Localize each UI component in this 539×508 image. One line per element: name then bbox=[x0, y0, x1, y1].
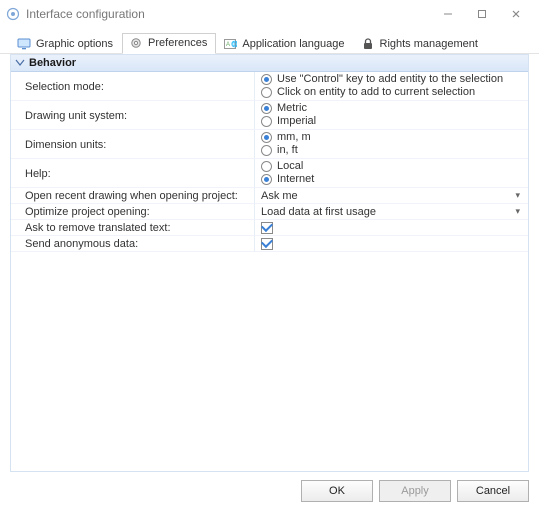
radio-imperial[interactable]: Imperial bbox=[261, 115, 522, 128]
radio-icon bbox=[261, 132, 272, 143]
radio-icon bbox=[261, 74, 272, 85]
radio-icon bbox=[261, 161, 272, 172]
setting-label: Open recent drawing when opening project… bbox=[11, 188, 255, 204]
radio-selection-click[interactable]: Click on entity to add to current select… bbox=[261, 86, 522, 99]
window-controls bbox=[431, 3, 533, 25]
radio-icon bbox=[261, 103, 272, 114]
setting-selection-mode: Selection mode: Use "Control" key to add… bbox=[11, 72, 528, 101]
combo-value: Load data at first usage bbox=[261, 206, 376, 218]
setting-label: Optimize project opening: bbox=[11, 204, 255, 220]
button-label: Cancel bbox=[476, 485, 510, 497]
setting-open-recent: Open recent drawing when opening project… bbox=[11, 188, 528, 204]
tab-graphic-options[interactable]: Graphic options bbox=[10, 33, 122, 54]
radio-label: in, ft bbox=[277, 144, 298, 157]
radio-label: mm, m bbox=[277, 131, 311, 144]
chevron-down-icon: ▾ bbox=[515, 190, 522, 201]
radio-metric[interactable]: Metric bbox=[261, 102, 522, 115]
radio-icon bbox=[261, 174, 272, 185]
radio-icon bbox=[261, 116, 272, 127]
setting-optimize: Optimize project opening: Load data at f… bbox=[11, 204, 528, 220]
setting-dimension-units: Dimension units: mm, m in, ft bbox=[11, 130, 528, 159]
radio-label: Internet bbox=[277, 173, 314, 186]
tab-preferences[interactable]: Preferences bbox=[122, 33, 216, 54]
cancel-button[interactable]: Cancel bbox=[457, 480, 529, 502]
combo-value: Ask me bbox=[261, 190, 298, 202]
radio-label: Local bbox=[277, 160, 303, 173]
setting-label: Help: bbox=[11, 159, 255, 188]
gear-icon bbox=[129, 36, 143, 50]
radio-selection-control[interactable]: Use "Control" key to add entity to the s… bbox=[261, 73, 522, 86]
radio-label: Metric bbox=[277, 102, 307, 115]
tab-application-language[interactable]: A🌐 Application language bbox=[216, 33, 353, 54]
section-header-behavior[interactable]: Behavior bbox=[11, 55, 528, 72]
dialog-buttons: OK Apply Cancel bbox=[301, 480, 529, 502]
language-icon: A🌐 bbox=[223, 37, 237, 51]
setting-label: Selection mode: bbox=[11, 72, 255, 101]
setting-label: Ask to remove translated text: bbox=[11, 220, 255, 236]
button-label: Apply bbox=[401, 485, 429, 497]
setting-send-anon: Send anonymous data: bbox=[11, 236, 528, 252]
content-panel: Behavior Selection mode: Use "Control" k… bbox=[10, 54, 529, 472]
radio-mm[interactable]: mm, m bbox=[261, 131, 522, 144]
setting-label: Dimension units: bbox=[11, 130, 255, 159]
collapse-icon bbox=[15, 58, 25, 68]
minimize-button[interactable] bbox=[431, 3, 465, 25]
checkbox-send-anon[interactable] bbox=[261, 238, 273, 250]
setting-help: Help: Local Internet bbox=[11, 159, 528, 188]
setting-label: Send anonymous data: bbox=[11, 236, 255, 252]
radio-label: Imperial bbox=[277, 115, 316, 128]
tab-rights-management[interactable]: Rights management bbox=[354, 33, 487, 54]
window-title: Interface configuration bbox=[26, 7, 145, 21]
app-icon bbox=[6, 7, 20, 21]
chevron-down-icon: ▾ bbox=[515, 206, 522, 217]
svg-text:🌐: 🌐 bbox=[231, 40, 237, 48]
radio-icon bbox=[261, 87, 272, 98]
combo-open-recent[interactable]: Ask me ▾ bbox=[261, 189, 522, 202]
maximize-button[interactable] bbox=[465, 3, 499, 25]
tab-bar: Graphic options Preferences A🌐 Applicati… bbox=[0, 28, 539, 54]
radio-help-internet[interactable]: Internet bbox=[261, 173, 522, 186]
apply-button[interactable]: Apply bbox=[379, 480, 451, 502]
setting-ask-translated: Ask to remove translated text: bbox=[11, 220, 528, 236]
radio-in[interactable]: in, ft bbox=[261, 144, 522, 157]
tab-label: Graphic options bbox=[36, 38, 113, 50]
svg-text:A: A bbox=[226, 42, 230, 48]
lock-icon bbox=[361, 37, 375, 51]
ok-button[interactable]: OK bbox=[301, 480, 373, 502]
setting-label: Drawing unit system: bbox=[11, 101, 255, 130]
radio-label: Use "Control" key to add entity to the s… bbox=[277, 73, 503, 86]
combo-optimize[interactable]: Load data at first usage ▾ bbox=[261, 205, 522, 218]
button-label: OK bbox=[329, 485, 345, 497]
tab-label: Application language bbox=[242, 38, 344, 50]
tab-label: Preferences bbox=[148, 37, 207, 49]
monitor-icon bbox=[17, 37, 31, 51]
radio-help-local[interactable]: Local bbox=[261, 160, 522, 173]
close-button[interactable] bbox=[499, 3, 533, 25]
title-bar: Interface configuration bbox=[0, 0, 539, 28]
radio-icon bbox=[261, 145, 272, 156]
section-title: Behavior bbox=[29, 57, 76, 69]
checkbox-ask-translated[interactable] bbox=[261, 222, 273, 234]
radio-label: Click on entity to add to current select… bbox=[277, 86, 475, 99]
tab-label: Rights management bbox=[380, 38, 478, 50]
setting-drawing-unit: Drawing unit system: Metric Imperial bbox=[11, 101, 528, 130]
